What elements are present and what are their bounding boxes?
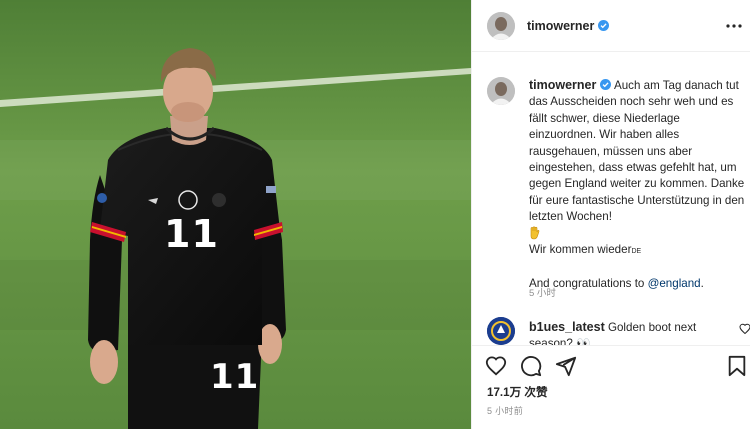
eyes-emoji: 👀 bbox=[576, 337, 591, 345]
jersey-number: 11 bbox=[164, 212, 219, 256]
profile-photo bbox=[487, 11, 515, 40]
hand-emoji-icon bbox=[530, 226, 540, 239]
caption-timestamp: 5 小时 bbox=[529, 288, 556, 299]
profile-photo bbox=[487, 77, 515, 105]
heart-icon[interactable] bbox=[485, 355, 507, 377]
comment-icon[interactable] bbox=[520, 355, 542, 377]
caption-avatar[interactable] bbox=[487, 77, 515, 105]
action-bar bbox=[472, 345, 750, 385]
verified-badge-icon bbox=[598, 20, 610, 31]
club-crest-avatar-icon bbox=[487, 317, 515, 345]
commenter-avatar[interactable] bbox=[487, 317, 515, 345]
shorts-number: 11 bbox=[210, 357, 260, 397]
comments-list[interactable]: timowerner Auch am Tag danach tut das Au… bbox=[472, 53, 750, 345]
caption-username[interactable]: timowerner bbox=[529, 78, 596, 92]
avatar[interactable] bbox=[487, 11, 515, 40]
mention-link[interactable]: @england bbox=[648, 277, 701, 290]
de-flag: DE bbox=[631, 248, 642, 256]
post-header: timowerner bbox=[472, 0, 750, 52]
bookmark-icon[interactable] bbox=[726, 355, 748, 377]
comment-text: b1ues_latest Golden boot next season? 👀 bbox=[529, 319, 719, 345]
caption-line2: Wir kommen wieder bbox=[529, 243, 632, 257]
post-photo[interactable]: 11 11 bbox=[0, 0, 471, 429]
verified-badge-icon bbox=[600, 79, 612, 90]
likes-count[interactable]: 17.1万 次赞 bbox=[487, 384, 548, 400]
post-side-panel: timowerner timowerner Auch am Tag danach… bbox=[471, 0, 750, 429]
header-username[interactable]: timowerner bbox=[527, 19, 594, 33]
post-timestamp: 5 小时前 bbox=[487, 406, 524, 416]
comment-like-icon[interactable] bbox=[739, 323, 750, 335]
more-options-icon[interactable] bbox=[725, 17, 743, 35]
caption-body: Auch am Tag danach tut das Ausscheiden n… bbox=[529, 79, 745, 224]
commenter-username[interactable]: b1ues_latest bbox=[529, 320, 605, 334]
caption-text: timowerner Auch am Tag danach tut das Au… bbox=[529, 78, 745, 291]
share-icon[interactable] bbox=[555, 355, 577, 377]
